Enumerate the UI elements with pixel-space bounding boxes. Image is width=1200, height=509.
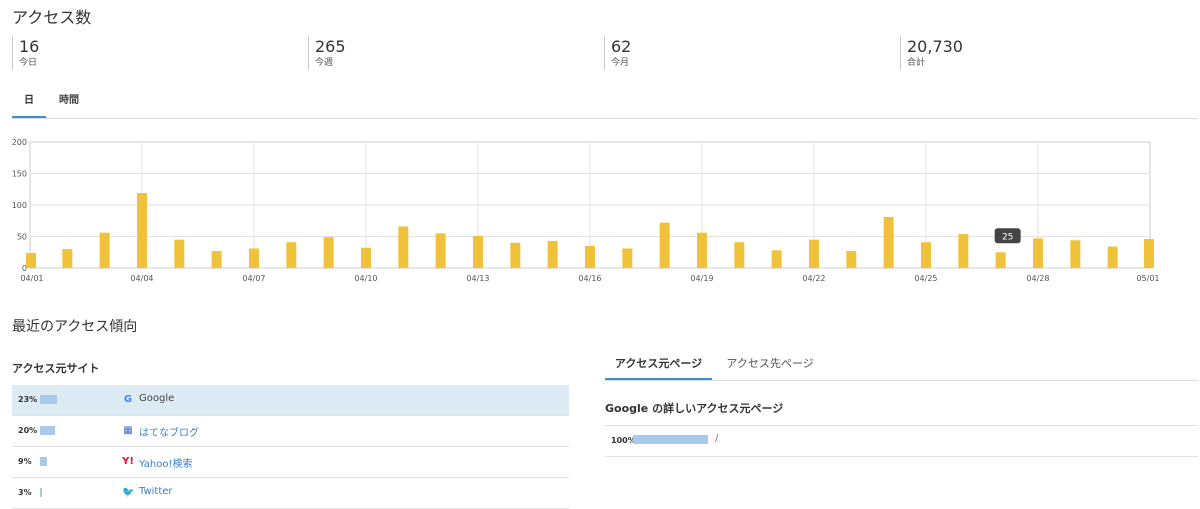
chart-bar [26, 252, 36, 268]
referrer-share-bar [40, 457, 47, 466]
chart-bar [995, 252, 1006, 268]
chart-bar [62, 249, 73, 268]
chart-bar [883, 216, 894, 268]
y-tick-label: 100 [12, 201, 27, 210]
chart-bar [622, 248, 633, 268]
referrer-pct: 9% [18, 457, 32, 466]
stat-total-label: 合計 [907, 58, 926, 68]
chart-bar [809, 239, 819, 268]
chart-bar [846, 250, 857, 268]
stat-week-value: 265 [315, 37, 346, 56]
tab-day[interactable]: 日 [12, 90, 46, 118]
stat-month: 62 今月 [604, 36, 631, 70]
chart-tooltip-text: 25 [1002, 232, 1013, 242]
access-bar-chart: 05010015020004/01 04/04 04/07 04/10 04/13 04/… [12, 138, 1160, 283]
x-tick-label: 04/25 [914, 274, 937, 283]
x-tick-label: 04/04 [130, 274, 153, 283]
stat-today-label: 今日 [19, 58, 38, 68]
source-page-link[interactable]: / [715, 433, 718, 444]
tab-destination-pages[interactable]: アクセス先ページ [716, 349, 824, 378]
stats-row: 16 今日 265 今週 62 今月 20,730 合計 [12, 36, 1198, 70]
x-tick-label: 04/22 [802, 274, 825, 283]
y-tick-label: 50 [17, 233, 27, 242]
stat-total-value: 20,730 [907, 37, 963, 56]
chart-bar [435, 233, 446, 268]
chart-bar [1070, 240, 1081, 268]
chart-bar [249, 248, 259, 268]
x-tick-label: 04/19 [690, 274, 713, 283]
chart-bar [547, 240, 558, 268]
chart-bar [958, 233, 969, 268]
chart-bar [659, 222, 670, 268]
stat-week: 265 今週 [308, 36, 346, 70]
source-pages-detail-title: Google の詳しいアクセス元ページ [605, 402, 784, 415]
y-tick-label: 150 [12, 170, 27, 179]
referrer-link[interactable]: Twitter [139, 486, 173, 497]
stat-week-label: 今週 [315, 58, 334, 68]
chart-bar [361, 247, 371, 268]
referrer-share-bar [40, 395, 57, 404]
source-page-row: 100% / [605, 425, 1198, 457]
twitter-icon: 🐦 [122, 487, 135, 498]
stat-month-value: 62 [611, 37, 632, 56]
chart-bar [473, 235, 483, 268]
referrer-pct: 23% [18, 395, 38, 404]
chart-bar [99, 232, 110, 268]
chart-bar [734, 242, 745, 268]
referrer-list: 23% G Google 20% ▦ はてなブログ 9% Y! Yahoo!検索… [12, 385, 569, 509]
chart-bar [1107, 246, 1118, 268]
x-tick-label: 04/01 [20, 274, 43, 283]
yahoo-icon: Y! [122, 456, 134, 467]
chart-bar [921, 242, 931, 268]
recent-trends-title: 最近のアクセス傾向 [12, 319, 138, 335]
google-icon: G [123, 394, 133, 405]
chart-bar [323, 237, 334, 268]
tab-source-pages[interactable]: アクセス元ページ [605, 349, 712, 380]
source-page-pct: 100% [611, 436, 636, 445]
referrer-pct: 20% [18, 426, 38, 435]
chart-bar [585, 245, 595, 268]
chart-bar [697, 232, 707, 268]
chart-bar [286, 242, 297, 268]
chart-bar [211, 250, 222, 268]
source-page-share-bar [633, 435, 708, 444]
referrer-row-google[interactable]: 23% G Google [12, 385, 569, 416]
x-tick-label: 04/10 [354, 274, 377, 283]
x-tick-label: 05/01 [1136, 274, 1159, 283]
referrer-link[interactable]: Yahoo!検索 [139, 455, 192, 470]
chart-bar [174, 239, 185, 268]
pages-tabs: アクセス元ページ アクセス先ページ [605, 349, 1198, 381]
hatena-blog-icon: ▦ [123, 425, 133, 436]
chart-bar [510, 242, 521, 268]
referrer-link[interactable]: はてなブログ [139, 424, 199, 439]
x-tick-label: 04/13 [466, 274, 489, 283]
chart-bar [771, 250, 782, 268]
referrer-share-bar [40, 426, 55, 435]
chart-bar [137, 193, 147, 268]
referrer-share-bar [40, 488, 42, 497]
chart-bar [398, 226, 409, 268]
stat-today: 16 今日 [12, 36, 39, 70]
referrer-name: Google [139, 393, 175, 404]
x-tick-label: 04/28 [1026, 274, 1049, 283]
page-title: アクセス数 [12, 8, 92, 27]
referrer-pct: 3% [18, 488, 32, 497]
stat-total: 20,730 合計 [900, 36, 963, 70]
x-tick-label: 04/16 [578, 274, 601, 283]
referrer-row-yahoo: 9% Y! Yahoo!検索 [12, 447, 569, 478]
referrer-sites-title: アクセス元サイト [12, 362, 100, 375]
tab-hour[interactable]: 時間 [52, 90, 86, 116]
period-tabs: 日 時間 [12, 90, 1198, 119]
y-tick-label: 200 [12, 138, 27, 147]
referrer-row-hatena-blog: 20% ▦ はてなブログ [12, 416, 569, 447]
stat-today-value: 16 [19, 37, 40, 56]
stat-month-label: 今月 [611, 58, 630, 68]
chart-bar [1144, 239, 1154, 268]
chart-bar [1033, 238, 1043, 268]
referrer-row-twitter: 3% 🐦 Twitter [12, 478, 569, 509]
x-tick-label: 04/07 [242, 274, 265, 283]
